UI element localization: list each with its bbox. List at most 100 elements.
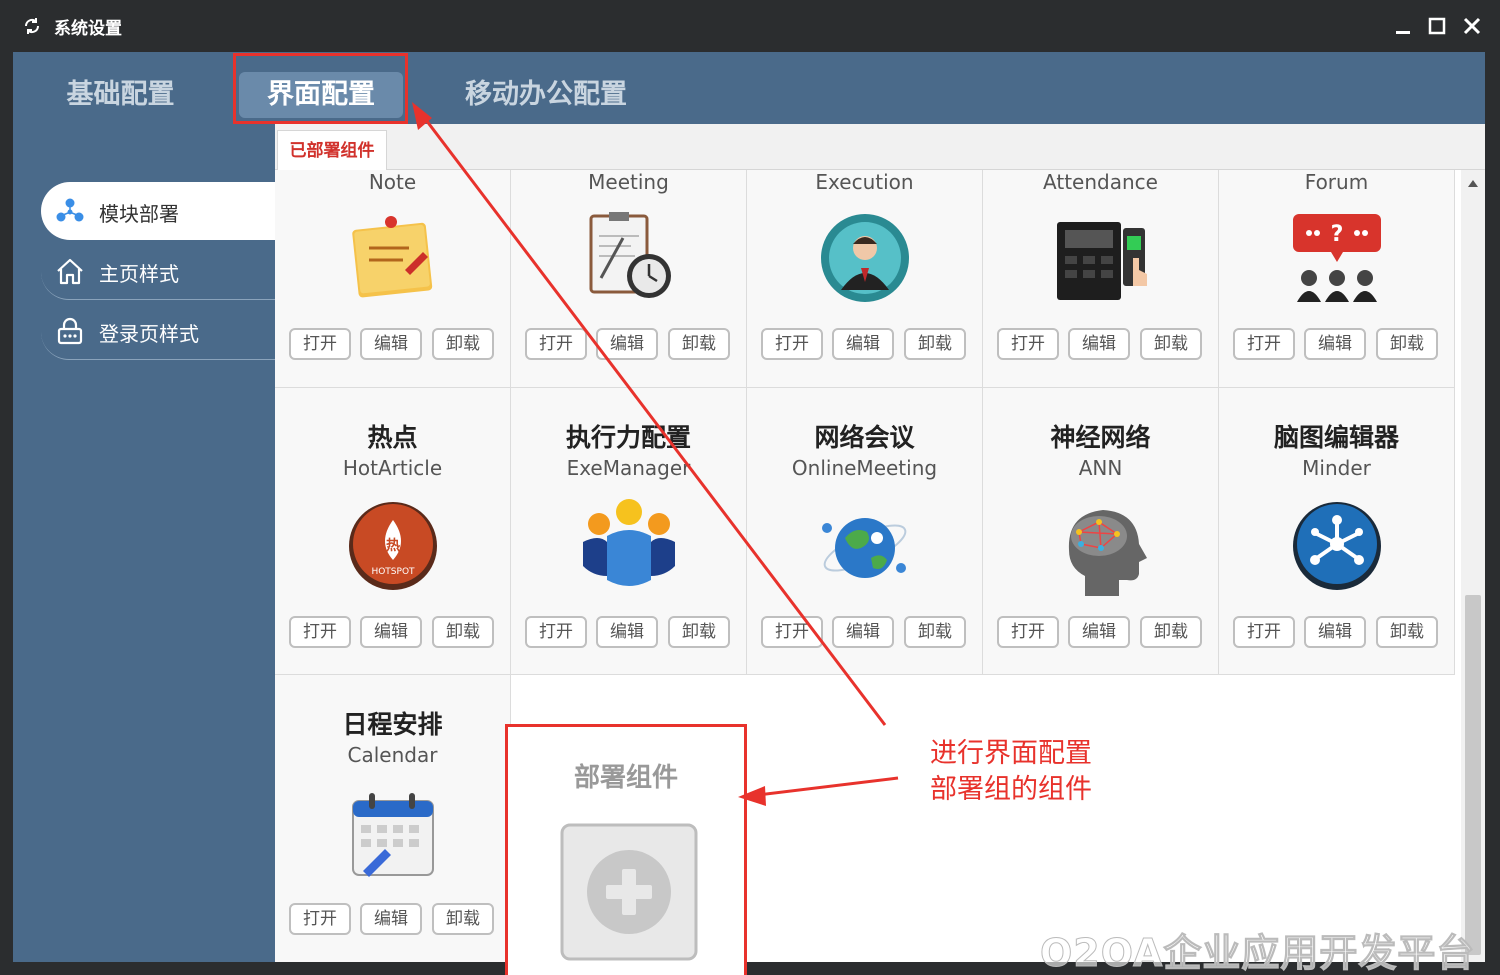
edit-button[interactable]: 编辑 (360, 616, 422, 648)
component-actions: 打开 编辑 卸载 (761, 328, 969, 360)
component-name-en: Minder (1302, 456, 1371, 480)
edit-button[interactable]: 编辑 (596, 328, 658, 360)
uninstall-button[interactable]: 卸载 (1376, 328, 1438, 360)
edit-button[interactable]: 编辑 (1068, 616, 1130, 648)
component-grid: Note 打开 编辑 卸载 Meeting 打开 编辑 卸载 Execution… (275, 170, 1455, 962)
open-button[interactable]: 打开 (525, 328, 587, 360)
edit-button[interactable]: 编辑 (1304, 328, 1366, 360)
hotspot-icon: 热 HOTSPOT (349, 502, 437, 590)
title-bar: 系统设置 (0, 0, 1500, 52)
open-button[interactable]: 打开 (1233, 616, 1295, 648)
component-name-en: OnlineMeeting (791, 456, 938, 480)
component-card-exemanager: 执行力配置 ExeManager 打开 编辑 卸载 (511, 388, 747, 675)
subtab-bar: 已部署组件 (275, 124, 1485, 171)
uninstall-button[interactable]: 卸载 (432, 616, 494, 648)
uninstall-button[interactable]: 卸载 (1140, 328, 1202, 360)
component-actions: 打开 编辑 卸载 (1233, 328, 1441, 360)
sidebar-item-login-style[interactable]: 登录页样式 (41, 302, 281, 360)
open-button[interactable]: 打开 (761, 616, 823, 648)
svg-text:?: ? (1331, 222, 1344, 247)
component-card-meeting: Meeting 打开 编辑 卸载 (511, 170, 747, 388)
uninstall-button[interactable]: 卸载 (432, 903, 494, 935)
team-icon (583, 499, 675, 586)
component-actions: 打开 编辑 卸载 (1233, 616, 1441, 648)
deploy-component-title: 部署组件 (573, 763, 678, 793)
component-name-cn: 脑图编辑器 (1273, 423, 1399, 452)
component-card-forum: Forum ? 打开 编辑 卸载 (1219, 170, 1455, 388)
scroll-up-icon[interactable] (1467, 178, 1479, 188)
tab-mobile-config[interactable]: 移动办公配置 (451, 72, 641, 118)
component-name-en: Attendance (1043, 170, 1158, 194)
sidebar-item-label: 主页样式 (99, 262, 179, 286)
component-name-en: Forum (1304, 170, 1369, 194)
settings-window: 系统设置 基础配置 界面配置 移动办公配置 模块部署 主页样式 登录页样式 已部… (0, 0, 1500, 975)
content-panel: 已部署组件 Note 打开 编辑 卸载 Meeting 打开 编辑 卸载 Exe… (275, 124, 1485, 975)
sidebar-item-label: 模块部署 (99, 202, 179, 226)
add-component-button[interactable] (560, 823, 698, 961)
mind-map-icon (1293, 502, 1381, 590)
uninstall-button[interactable]: 卸载 (668, 616, 730, 648)
component-card-hotarticle: 热点 HotArticle 热 HOTSPOT 打开 编辑 卸载 (275, 388, 511, 675)
edit-button[interactable]: 编辑 (360, 903, 422, 935)
uninstall-button[interactable]: 卸载 (904, 616, 966, 648)
open-button[interactable]: 打开 (525, 616, 587, 648)
home-icon (57, 258, 83, 285)
uninstall-button[interactable]: 卸载 (904, 328, 966, 360)
open-button[interactable]: 打开 (289, 616, 351, 648)
open-button[interactable]: 打开 (997, 328, 1059, 360)
sidebar-item-home-style[interactable]: 主页样式 (41, 242, 281, 300)
component-name-en: ANN (1078, 456, 1123, 480)
edit-button[interactable]: 编辑 (832, 328, 894, 360)
vertical-scrollbar[interactable] (1461, 170, 1485, 962)
component-card-calendar: 日程安排 Calendar 打开 编辑 卸载 (275, 675, 511, 962)
uninstall-button[interactable]: 卸载 (1376, 616, 1438, 648)
open-button[interactable]: 打开 (1233, 328, 1295, 360)
minimize-icon[interactable] (1391, 14, 1415, 38)
component-actions: 打开 编辑 卸载 (997, 616, 1205, 648)
tab-basic-config[interactable]: 基础配置 (43, 72, 198, 118)
open-button[interactable]: 打开 (761, 328, 823, 360)
brain-icon (1068, 510, 1147, 596)
sidebar-item-module-deploy[interactable]: 模块部署 (41, 182, 281, 240)
edit-button[interactable]: 编辑 (1068, 328, 1130, 360)
uninstall-button[interactable]: 卸载 (1140, 616, 1202, 648)
edit-button[interactable]: 编辑 (832, 616, 894, 648)
window-title: 系统设置 (54, 19, 122, 39)
component-actions: 打开 编辑 卸载 (289, 903, 497, 935)
refresh-icon (24, 18, 40, 34)
svg-text:热: 热 (386, 537, 400, 554)
tab-deployed-components[interactable]: 已部署组件 (277, 130, 387, 171)
globe-icon (822, 518, 907, 578)
annotation-line-1: 进行界面配置 (930, 738, 1092, 769)
open-button[interactable]: 打开 (997, 616, 1059, 648)
open-button[interactable]: 打开 (289, 903, 351, 935)
component-name-en: ExeManager (566, 456, 691, 480)
meeting-icon (589, 212, 671, 298)
component-card-onlinemeeting: 网络会议 OnlineMeeting 打开 编辑 卸载 (747, 388, 983, 675)
edit-button[interactable]: 编辑 (1304, 616, 1366, 648)
annotation-line-2: 部署组的组件 (930, 774, 1092, 805)
component-name-en: Execution (815, 170, 914, 194)
main-frame: 基础配置 界面配置 移动办公配置 模块部署 主页样式 登录页样式 已部署组件 N… (13, 52, 1485, 975)
forum-icon: ? (1293, 214, 1381, 302)
component-card-ann: 神经网络 ANN 打开 编辑 卸载 (983, 388, 1219, 675)
uninstall-button[interactable]: 卸载 (668, 328, 730, 360)
close-icon[interactable] (1460, 14, 1484, 38)
edit-button[interactable]: 编辑 (360, 328, 422, 360)
open-button[interactable]: 打开 (289, 328, 351, 360)
maximize-icon[interactable] (1425, 14, 1449, 38)
component-actions: 打开 编辑 卸载 (525, 328, 733, 360)
component-name-cn: 热点 (367, 423, 418, 452)
scroll-thumb[interactable] (1465, 595, 1481, 955)
component-name-cn: 神经网络 (1050, 423, 1151, 452)
svg-text:HOTSPOT: HOTSPOT (371, 567, 415, 577)
component-name-en: Note (368, 170, 417, 194)
uninstall-button[interactable]: 卸载 (432, 328, 494, 360)
component-name-cn: 执行力配置 (565, 423, 691, 452)
edit-button[interactable]: 编辑 (596, 616, 658, 648)
component-actions: 打开 编辑 卸载 (761, 616, 969, 648)
component-card-minder: 脑图编辑器 Minder 打开 编辑 卸载 (1219, 388, 1455, 675)
attendance-icon (1057, 222, 1147, 300)
tab-highlight-box (233, 53, 408, 124)
annotation-note: 进行界面配置 部署组的组件 (930, 736, 1092, 808)
